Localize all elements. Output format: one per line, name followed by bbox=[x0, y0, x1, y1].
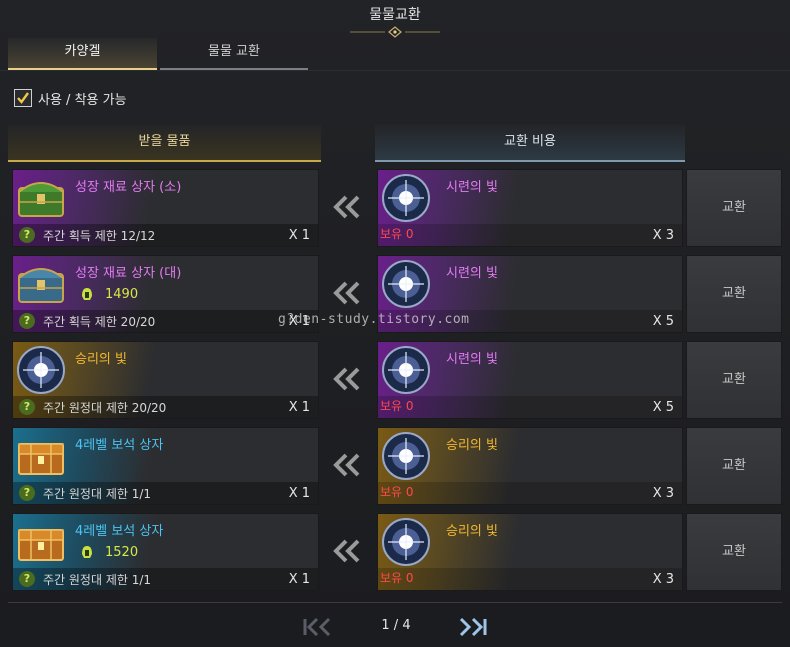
cost-item-card[interactable]: 승리의 빛 보유 0 X 3 bbox=[377, 427, 683, 505]
cost-item-card[interactable]: 승리의 빛 보유 0 X 3 bbox=[377, 513, 683, 591]
cost-item-card[interactable]: 시련의 빛 보유 0 X 5 bbox=[377, 341, 683, 419]
last-page-icon[interactable] bbox=[456, 616, 490, 638]
cost-qty: X 5 bbox=[652, 314, 674, 329]
receive-item-card[interactable]: 승리의 빛 ? 주간 원정대 제한 20/20 X 1 bbox=[12, 341, 319, 419]
receive-item-card[interactable]: 성장 재료 상자 (소) ? 주간 획득 제한 12/12 X 1 bbox=[12, 169, 319, 247]
receive-item-card[interactable]: 4레벨 보석 상자 ? 주간 원정대 제한 1/1 X 1 bbox=[12, 427, 319, 505]
owned-count: 보유 0 bbox=[380, 485, 414, 499]
light-orb-icon bbox=[382, 260, 430, 308]
tab-kayangel[interactable]: 카양겔 bbox=[8, 38, 157, 70]
exchange-row: 승리의 빛 ? 주간 원정대 제한 20/20 X 1 시련의 빛 보유 0 X… bbox=[0, 341, 790, 421]
double-chevron-left-icon bbox=[333, 367, 360, 391]
light-orb-icon bbox=[17, 346, 65, 394]
page-indicator: 1 / 4 bbox=[381, 618, 411, 633]
receive-item-name: 4레벨 보석 상자 bbox=[75, 438, 164, 453]
blue-chest-icon bbox=[18, 268, 64, 303]
receive-item-card[interactable]: 성장 재료 상자 (대) 1490 ? 주간 획득 제한 20/20 X 1 bbox=[12, 255, 319, 333]
gem-chest-icon bbox=[18, 443, 64, 475]
light-orb-icon bbox=[382, 518, 430, 566]
double-chevron-left-icon bbox=[333, 281, 360, 305]
limit-bar: ? 주간 원정대 제한 1/1 X 1 bbox=[13, 482, 318, 504]
double-chevron-left-icon bbox=[333, 539, 360, 563]
cost-item-name: 시련의 빛 bbox=[446, 352, 498, 367]
price-value: 1490 bbox=[105, 286, 139, 302]
barter-window: 물물교환 카양겔 물물 교환 사용 / 착용 가능 받을 물품 교환 비용 성장… bbox=[0, 0, 790, 647]
limit-bar: ? 주간 획득 제한 20/20 X 1 bbox=[13, 310, 318, 332]
receive-item-name: 4레벨 보석 상자 bbox=[75, 524, 164, 539]
exchange-button[interactable]: 교환 bbox=[686, 427, 782, 505]
help-icon[interactable]: ? bbox=[19, 399, 35, 415]
exchange-button[interactable]: 교환 bbox=[686, 513, 782, 591]
receive-qty: X 1 bbox=[288, 400, 310, 415]
owned-count: 보유 0 bbox=[380, 571, 414, 585]
filter-label: 사용 / 착용 가능 bbox=[38, 92, 127, 108]
helmet-icon bbox=[82, 546, 92, 558]
help-icon[interactable]: ? bbox=[19, 485, 35, 501]
column-header-receive: 받을 물품 bbox=[8, 124, 321, 162]
cost-item-name: 시련의 빛 bbox=[446, 180, 498, 195]
receive-item-name: 성장 재료 상자 (대) bbox=[75, 266, 182, 281]
help-icon[interactable]: ? bbox=[19, 227, 35, 243]
owned-bar: 보유 0 X 3 bbox=[378, 482, 682, 504]
cost-item-name: 시련의 빛 bbox=[446, 266, 498, 281]
receive-qty: X 1 bbox=[288, 486, 310, 501]
limit-text: 주간 원정대 제한 1/1 bbox=[43, 572, 152, 587]
exchange-button[interactable]: 교환 bbox=[686, 341, 782, 419]
price: 1520 bbox=[79, 544, 138, 560]
receive-qty: X 1 bbox=[288, 228, 310, 243]
receive-qty: X 1 bbox=[288, 572, 310, 587]
exchange-row: 4레벨 보석 상자 ? 주간 원정대 제한 1/1 X 1 승리의 빛 보유 0… bbox=[0, 427, 790, 507]
usable-filter[interactable]: 사용 / 착용 가능 bbox=[14, 87, 127, 109]
double-chevron-left-icon bbox=[333, 195, 360, 219]
cost-item-name: 승리의 빛 bbox=[446, 524, 498, 539]
owned-bar: 보유 0 X 3 bbox=[378, 224, 682, 246]
exchange-button[interactable]: 교환 bbox=[686, 169, 782, 247]
exchange-row: 성장 재료 상자 (소) ? 주간 획득 제한 12/12 X 1 시련의 빛 … bbox=[0, 169, 790, 249]
check-icon bbox=[17, 92, 29, 104]
limit-text: 주간 원정대 제한 1/1 bbox=[43, 486, 152, 501]
owned-bar: 보유 0 X 5 bbox=[378, 396, 682, 418]
receive-item-name: 성장 재료 상자 (소) bbox=[75, 180, 182, 195]
limit-bar: ? 주간 원정대 제한 1/1 X 1 bbox=[13, 568, 318, 590]
cost-item-name: 승리의 빛 bbox=[446, 438, 498, 453]
light-orb-icon bbox=[382, 174, 430, 222]
price: 1490 bbox=[79, 286, 138, 302]
light-orb-icon bbox=[382, 432, 430, 480]
column-header-cost: 교환 비용 bbox=[375, 124, 685, 162]
divider bbox=[8, 602, 782, 603]
exchange-button[interactable]: 교환 bbox=[686, 255, 782, 333]
limit-text: 주간 획득 제한 20/20 bbox=[43, 314, 156, 329]
limit-text: 주간 원정대 제한 20/20 bbox=[43, 400, 167, 415]
cost-qty: X 3 bbox=[652, 572, 674, 587]
cost-qty: X 5 bbox=[652, 400, 674, 415]
gem-chest-icon bbox=[18, 529, 64, 561]
price-value: 1520 bbox=[105, 544, 139, 560]
divider bbox=[0, 70, 790, 71]
tab-barter[interactable]: 물물 교환 bbox=[160, 38, 308, 70]
light-orb-icon bbox=[382, 346, 430, 394]
cost-qty: X 3 bbox=[652, 228, 674, 243]
double-chevron-left-icon bbox=[333, 453, 360, 477]
watermark-text: g?den-study.tistory.com bbox=[278, 312, 470, 327]
owned-bar: 보유 0 X 3 bbox=[378, 568, 682, 590]
pager: 1 / 4 bbox=[0, 612, 790, 642]
help-icon[interactable]: ? bbox=[19, 571, 35, 587]
first-page-icon[interactable] bbox=[300, 616, 334, 638]
cost-qty: X 3 bbox=[652, 486, 674, 501]
helmet-icon bbox=[82, 288, 92, 300]
limit-bar: ? 주간 원정대 제한 20/20 X 1 bbox=[13, 396, 318, 418]
owned-count: 보유 0 bbox=[380, 399, 414, 413]
green-chest-icon bbox=[18, 182, 64, 217]
receive-item-card[interactable]: 4레벨 보석 상자 1520 ? 주간 원정대 제한 1/1 X 1 bbox=[12, 513, 319, 591]
cost-item-card[interactable]: 시련의 빛 보유 0 X 3 bbox=[377, 169, 683, 247]
exchange-row: 4레벨 보석 상자 1520 ? 주간 원정대 제한 1/1 X 1 승리의 빛… bbox=[0, 513, 790, 593]
limit-text: 주간 획득 제한 12/12 bbox=[43, 228, 156, 243]
receive-item-name: 승리의 빛 bbox=[75, 352, 127, 367]
owned-count: 보유 0 bbox=[380, 227, 414, 241]
title-ornament bbox=[350, 26, 440, 38]
usable-checkbox[interactable] bbox=[14, 89, 32, 107]
limit-bar: ? 주간 획득 제한 12/12 X 1 bbox=[13, 224, 318, 246]
help-icon[interactable]: ? bbox=[19, 313, 35, 329]
